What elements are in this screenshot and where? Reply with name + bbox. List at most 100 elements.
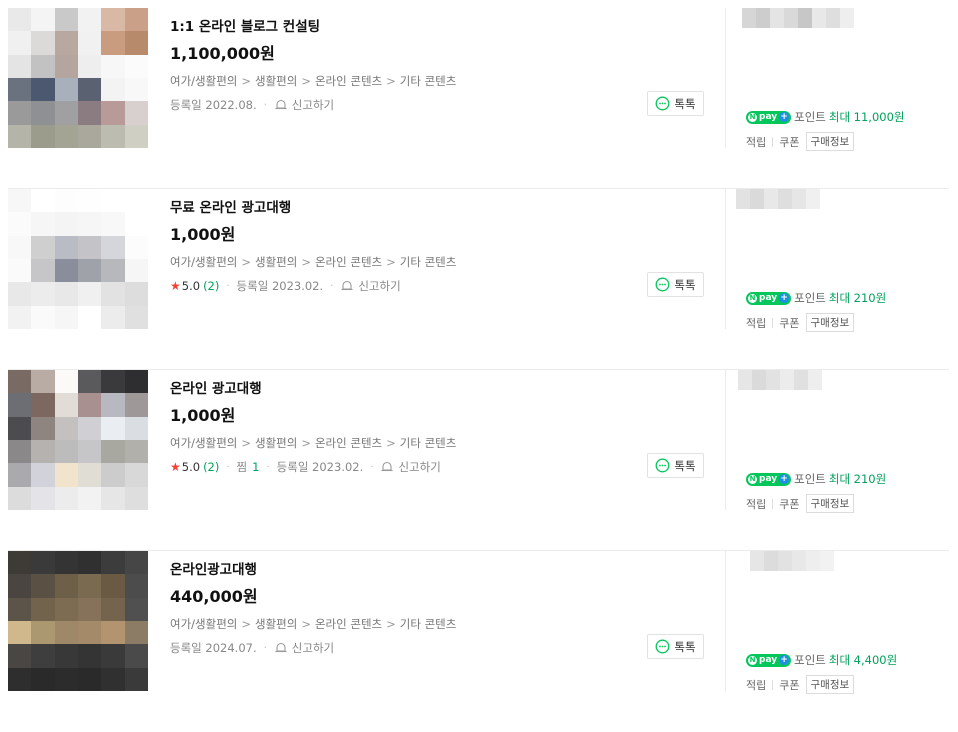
thumbnail-tile: [78, 574, 102, 598]
talktalk-label: 톡톡: [674, 639, 696, 654]
point-label: 포인트: [794, 291, 826, 305]
report-link[interactable]: 신고하기: [274, 97, 334, 113]
benefit-coupon: 쿠폰: [779, 135, 800, 149]
review-count[interactable]: (2): [203, 279, 219, 293]
seller-blur-tile: [764, 189, 778, 209]
thumbnail-tile: [31, 440, 55, 464]
category-crumb[interactable]: 온라인 콘텐츠: [315, 436, 382, 450]
talktalk-button[interactable]: 톡톡: [647, 91, 704, 116]
category-crumb[interactable]: 생활편의: [255, 436, 297, 450]
thumbnail-tile: [78, 54, 102, 78]
thumbnail-tile: [78, 31, 102, 55]
breadcrumb-separator: >: [301, 436, 311, 450]
naver-n-icon: N: [748, 655, 757, 665]
category-crumb[interactable]: 온라인 콘텐츠: [315, 617, 382, 631]
thumbnail-tile: [31, 305, 55, 329]
purchase-info-button[interactable]: 구매정보: [805, 313, 855, 332]
point-max: 최대 210원: [828, 291, 887, 305]
category-crumb[interactable]: 기타 콘텐츠: [400, 617, 457, 631]
registered-date: 등록일 2023.02.: [236, 279, 324, 293]
thumbnail-tile: [78, 124, 102, 148]
product-title[interactable]: 무료 온라인 광고대행: [170, 196, 291, 216]
registered-date: 등록일 2024.07.: [170, 641, 257, 655]
thumbnail-tile: [54, 305, 78, 329]
breadcrumb-separator: >: [241, 74, 251, 88]
category-crumb[interactable]: 기타 콘텐츠: [400, 74, 457, 88]
npay-badge: Npay +: [746, 472, 792, 486]
thumbnail-tile: [54, 574, 78, 598]
thumbnail-tile: [8, 574, 32, 598]
purchase-info-button[interactable]: 구매정보: [805, 132, 855, 151]
seller-blur-tile: [794, 370, 808, 390]
product-title[interactable]: 온라인광고대행: [170, 558, 257, 578]
report-label: 신고하기: [398, 460, 441, 474]
thumbnail-tile: [101, 189, 125, 213]
category-crumb[interactable]: 생활편의: [255, 617, 297, 631]
thumbnail-tile: [54, 621, 78, 645]
thumbnail-tile: [8, 31, 32, 55]
benefit-separator: [772, 136, 774, 147]
naver-n-icon: N: [748, 474, 757, 484]
category-crumb[interactable]: 기타 콘텐츠: [400, 436, 457, 450]
seller-name-blurred[interactable]: [742, 8, 854, 28]
thumbnail-tile: [78, 667, 102, 691]
product-thumbnail[interactable]: [8, 189, 148, 329]
talktalk-button[interactable]: 톡톡: [647, 272, 704, 297]
thumbnail-tile: [101, 551, 125, 575]
product-title[interactable]: 온라인 광고대행: [170, 377, 262, 397]
purchase-info-button[interactable]: 구매정보: [805, 675, 855, 694]
report-link[interactable]: 신고하기: [340, 278, 401, 294]
category-crumb[interactable]: 여가/생활편의: [170, 74, 237, 88]
talktalk-label: 톡톡: [674, 277, 696, 292]
thumbnail-tile: [101, 370, 125, 394]
thumbnail-tile: [124, 212, 148, 236]
product-meta: ★ 5.0 (2) · 등록일 2023.02. · 신고하기: [170, 278, 401, 294]
rating-score: 5.0: [181, 279, 201, 293]
category-crumb[interactable]: 여가/생활편의: [170, 436, 237, 450]
category-crumb[interactable]: 생활편의: [255, 74, 297, 88]
talktalk-label: 톡톡: [674, 458, 696, 473]
naver-n-icon: N: [748, 293, 757, 303]
category-crumb[interactable]: 기타 콘텐츠: [400, 255, 457, 269]
product-thumbnail[interactable]: [8, 370, 148, 510]
benefit-save: 적립: [746, 316, 767, 330]
benefit-save: 적립: [746, 135, 767, 149]
product-item: 온라인광고대행 440,000원 여가/생활편의 > 생활편의 > 온라인 콘텐츠 > 기타…: [8, 551, 949, 732]
purchase-info-button[interactable]: 구매정보: [805, 494, 855, 513]
report-link[interactable]: 신고하기: [380, 459, 441, 475]
review-count[interactable]: (2): [203, 460, 219, 474]
thumbnail-tile: [8, 8, 32, 32]
thumbnail-tile: [124, 189, 148, 213]
product-thumbnail[interactable]: [8, 8, 148, 148]
thumbnail-tile: [101, 440, 125, 464]
thumbnail-tile: [101, 644, 125, 668]
plus-icon: +: [779, 293, 790, 303]
thumbnail-tile: [78, 189, 102, 213]
seller-blur-tile: [792, 551, 806, 571]
thumbnail-tile: [78, 78, 102, 102]
seller-name-blurred[interactable]: [750, 551, 834, 571]
talktalk-button[interactable]: 톡톡: [647, 634, 704, 659]
category-crumb[interactable]: 여가/생활편의: [170, 255, 237, 269]
seller-blur-tile: [766, 370, 780, 390]
seller-name-blurred[interactable]: [738, 370, 822, 390]
seller-blur-tile: [806, 551, 820, 571]
report-link[interactable]: 신고하기: [274, 640, 334, 656]
category-crumb[interactable]: 온라인 콘텐츠: [315, 255, 382, 269]
thumbnail-tile: [101, 259, 125, 283]
product-item: 무료 온라인 광고대행 1,000원 여가/생활편의 > 생활편의 > 온라인 콘텐츠 >…: [8, 189, 949, 370]
thumbnail-tile: [124, 124, 148, 148]
product-thumbnail[interactable]: [8, 551, 148, 691]
thumbnail-tile: [101, 235, 125, 259]
thumbnail-tile: [124, 370, 148, 394]
category-crumb[interactable]: 생활편의: [255, 255, 297, 269]
thumbnail-tile: [124, 78, 148, 102]
thumbnail-tile: [31, 282, 55, 306]
thumbnail-tile: [78, 235, 102, 259]
category-crumb[interactable]: 온라인 콘텐츠: [315, 74, 382, 88]
thumbnail-tile: [8, 101, 32, 125]
seller-name-blurred[interactable]: [736, 189, 820, 209]
talktalk-button[interactable]: 톡톡: [647, 453, 704, 478]
category-crumb[interactable]: 여가/생활편의: [170, 617, 237, 631]
product-title[interactable]: 1:1 온라인 블로그 컨설팅: [170, 15, 320, 35]
